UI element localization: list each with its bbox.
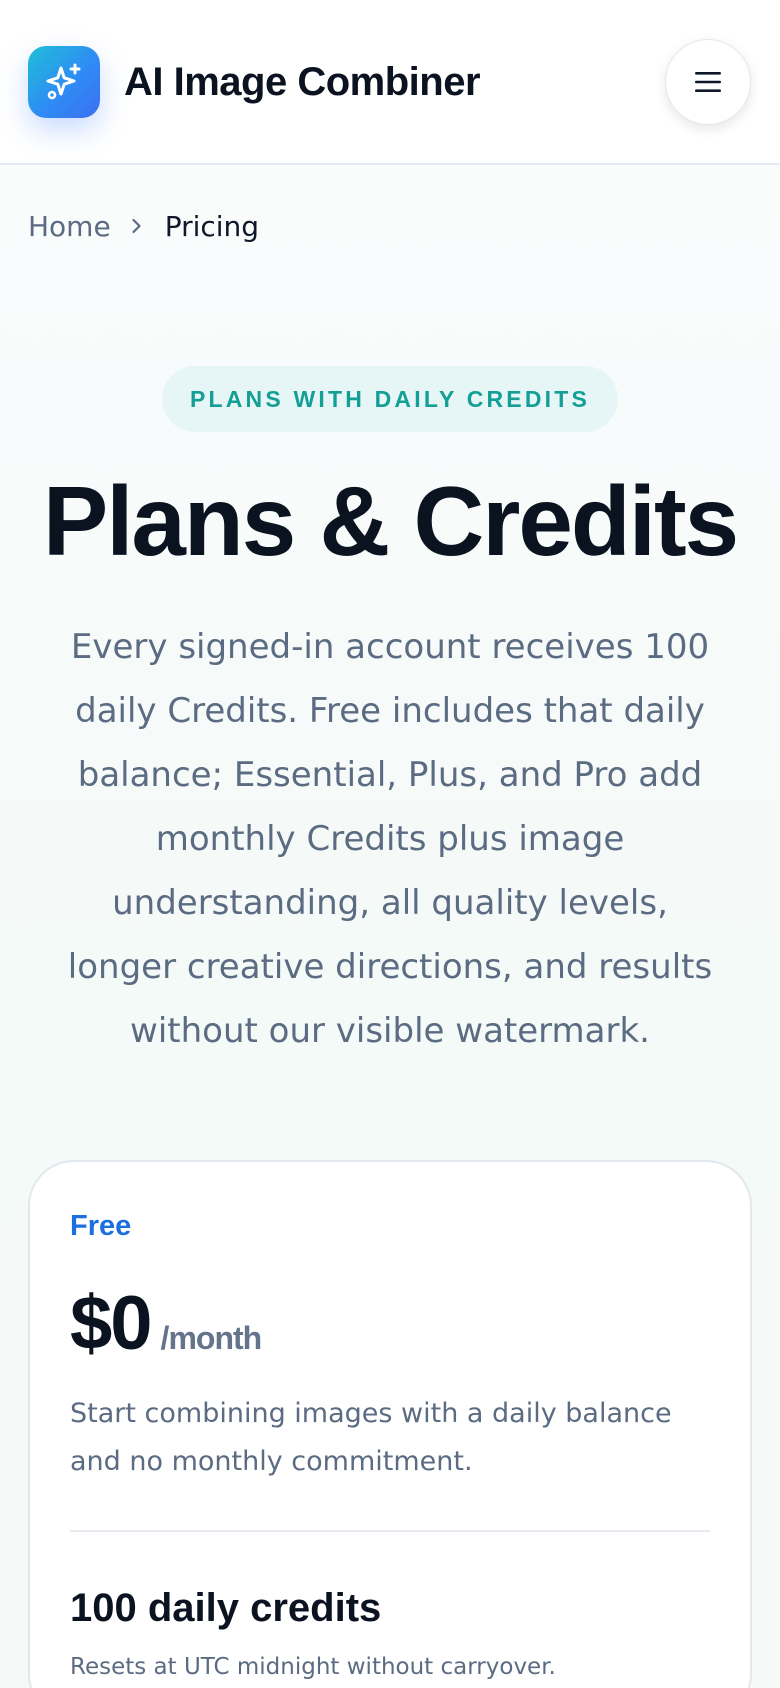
plan-description: Start combining images with a daily bala… [70, 1398, 672, 1477]
credits-title: 100 daily credits [70, 1586, 382, 1630]
brand-logo[interactable] [28, 46, 100, 118]
chevron-right-icon [131, 217, 143, 235]
page-description: Every signed-in account receives 100 dai… [67, 627, 713, 1051]
eyebrow-badge: PLANS WITH DAILY CREDITS [162, 366, 618, 432]
sparkles-icon [46, 63, 81, 100]
brand-name[interactable]: AI Image Combiner [124, 56, 481, 108]
price-period: /month [160, 1320, 263, 1356]
menu-button[interactable] [665, 39, 751, 125]
plan-card-free: Free $0 /month Start combining images wi… [28, 1160, 752, 1688]
breadcrumb-current: Pricing [164, 209, 260, 243]
plan-price: $0 /month [70, 1280, 263, 1367]
divider [70, 1530, 710, 1532]
page-title: Plans & Credits [42, 466, 739, 576]
site-header: AI Image Combiner [0, 0, 780, 165]
plan-name: Free [70, 1210, 132, 1242]
credits-note: Resets at UTC midnight without carryover… [70, 1654, 556, 1680]
hamburger-menu-icon [695, 72, 721, 92]
price-amount: $0 [70, 1281, 153, 1366]
breadcrumb-home-link[interactable]: Home [28, 210, 111, 243]
breadcrumb: Home Pricing [28, 206, 259, 246]
